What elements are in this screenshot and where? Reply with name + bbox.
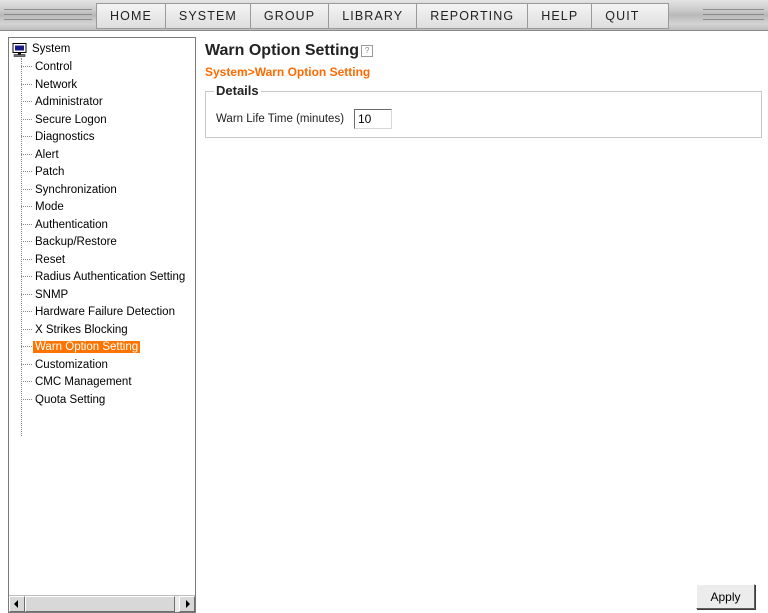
scroll-left-button[interactable]: [9, 596, 25, 612]
tree-item-label: Network: [35, 78, 78, 91]
details-legend: Details: [214, 83, 261, 98]
tree-item-backup-restore[interactable]: Backup/Restore: [21, 234, 119, 251]
menu-reporting[interactable]: REPORTING: [417, 4, 529, 28]
tree-item-synchronization[interactable]: Synchronization: [21, 182, 119, 199]
scroll-thumb[interactable]: [25, 596, 175, 612]
tree-item-patch[interactable]: Patch: [21, 164, 66, 181]
tree-root-label: System: [32, 43, 71, 55]
warn-life-time-label: Warn Life Time (minutes): [216, 113, 345, 125]
tree-item-hardware-failure-detection[interactable]: Hardware Failure Detection: [21, 304, 177, 321]
menu-system[interactable]: SYSTEM: [165, 4, 251, 28]
tree-item-radius-authentication-setting[interactable]: Radius Authentication Setting: [21, 269, 187, 286]
horizontal-scrollbar[interactable]: [9, 595, 195, 612]
tree-item-label-selected: Warn Option Setting: [33, 341, 141, 353]
tree-item-mode[interactable]: Mode: [21, 199, 66, 216]
tree-item-reset[interactable]: Reset: [21, 252, 67, 269]
tree-item-label: Radius Authentication Setting: [35, 271, 186, 283]
tree-item-label: Synchronization: [35, 183, 117, 196]
tree-item-control[interactable]: Control: [21, 59, 74, 76]
tree-item-network[interactable]: Network: [21, 77, 79, 94]
tree-item-quota-setting[interactable]: Quota Setting: [21, 392, 107, 409]
tree-item-label: Diagnostics: [35, 131, 95, 143]
tree-item-alert[interactable]: Alert: [21, 147, 61, 164]
tree-item-snmp[interactable]: SNMP: [21, 287, 70, 304]
tree-item-secure-logon[interactable]: Secure Logon: [21, 112, 109, 129]
tree-item-x-strikes-blocking[interactable]: X Strikes Blocking: [21, 322, 130, 339]
tree-item-label: Alert: [35, 148, 59, 161]
tree-item-diagnostics[interactable]: Diagnostics: [21, 129, 96, 146]
menu-quit[interactable]: QUIT: [592, 4, 669, 28]
warn-life-time-input[interactable]: [354, 109, 392, 129]
tree-item-label: CMC Management: [35, 376, 132, 388]
tree-item-cmc-management[interactable]: CMC Management: [21, 374, 134, 391]
monitor-icon: [12, 42, 27, 57]
tree-item-label: Customization: [35, 358, 108, 371]
arrow-right-icon: [186, 600, 190, 608]
menu-bar-left-cap: [0, 0, 96, 30]
menu-library[interactable]: LIBRARY: [329, 4, 418, 28]
scroll-right-button[interactable]: [179, 596, 195, 612]
tree-item-warn-option-setting[interactable]: Warn Option Setting: [21, 339, 141, 356]
tree-root-system[interactable]: System: [12, 41, 70, 58]
tree-item-label: Secure Logon: [35, 113, 107, 126]
apply-button[interactable]: Apply: [696, 584, 755, 609]
menu-bar-right-cap: [699, 0, 768, 30]
details-fieldset: Details Warn Life Time (minutes): [205, 83, 762, 138]
tree-item-label: Quota Setting: [35, 393, 106, 406]
tree-item-label: SNMP: [35, 288, 69, 301]
tree-item-administrator[interactable]: Administrator: [21, 94, 105, 111]
menu-home[interactable]: HOME: [97, 4, 166, 28]
page-title-text: Warn Option Setting: [205, 42, 360, 59]
menu-help[interactable]: HELP: [528, 4, 593, 28]
tree-item-label: Mode: [35, 201, 64, 213]
tree-item-authentication[interactable]: Authentication: [21, 217, 110, 234]
tree-item-label: Authentication: [35, 218, 108, 231]
arrow-left-icon: [14, 600, 18, 608]
top-menu-bar: HOME SYSTEM GROUP LIBRARY REPORTING HELP…: [0, 0, 768, 31]
tree-item-label: Administrator: [35, 96, 103, 108]
tree-item-label: Hardware Failure Detection: [35, 306, 175, 318]
tree-item-label: Reset: [35, 253, 66, 266]
menu-group[interactable]: GROUP: [250, 4, 330, 28]
navigation-tree-panel: System Control Network Administrator Sec…: [8, 37, 196, 613]
tree-item-label: Control: [35, 61, 73, 73]
help-icon[interactable]: ?: [361, 45, 374, 57]
tree-item-label: Backup/Restore: [35, 236, 117, 248]
breadcrumb: System>Warn Option Setting: [205, 65, 371, 79]
main-menu: HOME SYSTEM GROUP LIBRARY REPORTING HELP…: [96, 3, 670, 29]
tree-item-label: Patch: [35, 166, 65, 178]
tree-item-label: X Strikes Blocking: [35, 323, 128, 336]
page-title: Warn Option Setting ?: [205, 42, 374, 60]
tree-item-customization[interactable]: Customization: [21, 357, 110, 374]
